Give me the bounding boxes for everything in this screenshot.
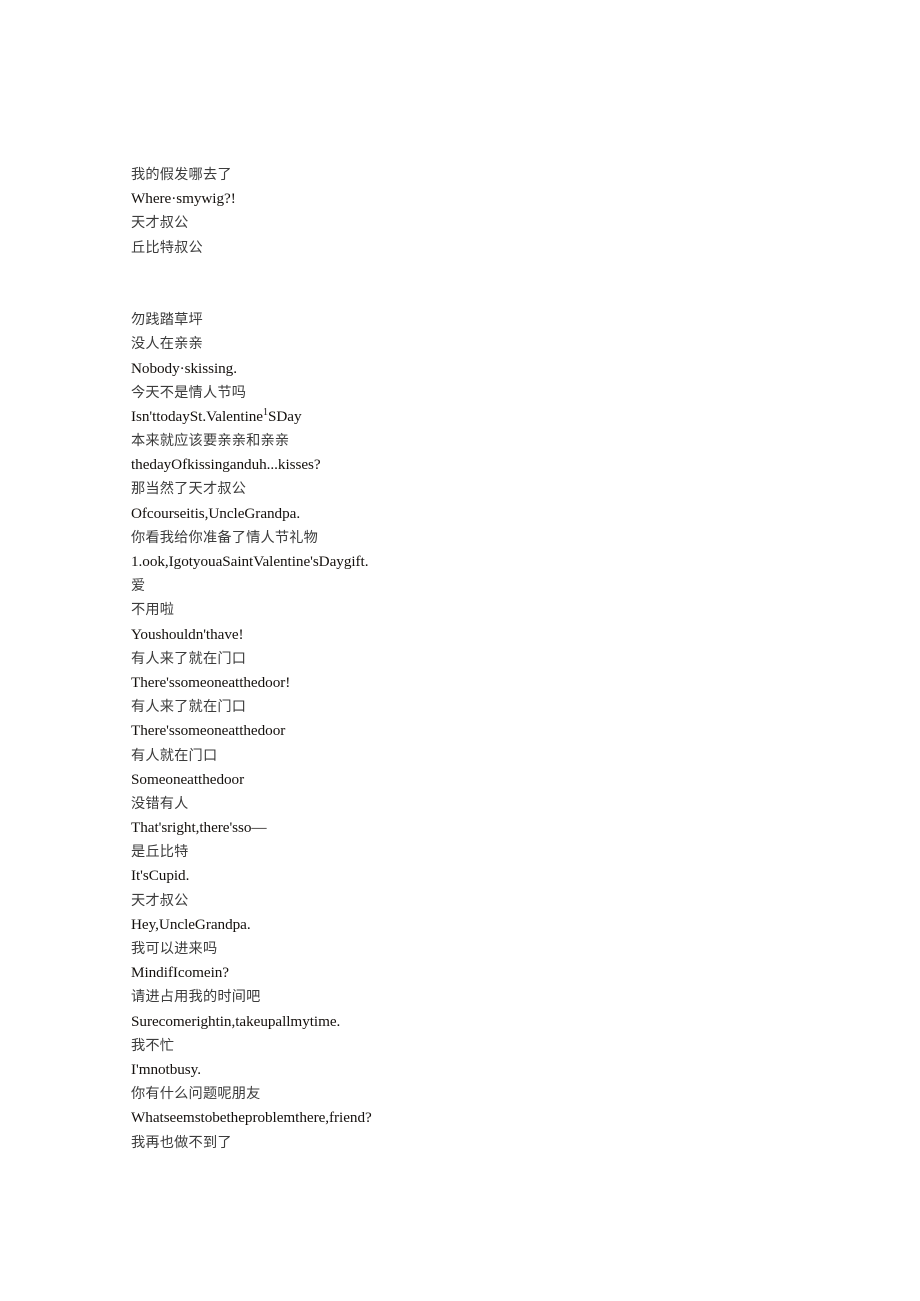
subtitle-line-chinese: 没人在亲亲 xyxy=(131,336,203,353)
subtitle-text-run: Isn'ttodaySt.Valentine xyxy=(131,407,263,425)
transcript-page: 我的假发哪去了 Where·smywig?! 天才叔公 丘比特叔公 勿践踏草坪 没人在亲亲… xyxy=(131,163,831,1155)
subtitle-line-chinese: 是丘比特 xyxy=(131,844,189,861)
transcript-blank-line xyxy=(131,260,831,284)
subtitle-line-chinese: 我的假发哪去了 xyxy=(131,167,232,183)
subtitle-line-chinese: 我不忙 xyxy=(131,1037,175,1054)
subtitle-line-chinese: 有人就在门口 xyxy=(131,747,218,764)
subtitle-line-chinese: 你看我给你准备了情人节礼物 xyxy=(131,529,319,546)
subtitle-line-chinese: 没错有人 xyxy=(131,795,189,812)
transcript-block: 我的假发哪去了 Where·smywig?! 天才叔公丘比特叔公 xyxy=(131,163,831,260)
subtitle-line-english: thedayOfkissinganduh...kisses? xyxy=(131,456,321,474)
subtitle-line-chinese: 不用啦 xyxy=(131,602,175,619)
subtitle-line-english: Youshouldn'thave! xyxy=(131,625,244,643)
subtitle-line-english: There'ssomeoneatthedoor xyxy=(131,722,286,740)
subtitle-line-chinese: 勿践踏草坪 xyxy=(131,312,203,329)
subtitle-line-chinese: 那当然了天才叔公 xyxy=(131,481,247,498)
subtitle-line-english: Isn'ttodaySt.Valentine1SDay xyxy=(131,405,831,429)
subtitle-line-english: Someoneatthedoor xyxy=(131,770,245,788)
transcript-block: 勿践踏草坪没人在亲亲 Nobody·skissing. 今天不是情人节吗 Isn'tt… xyxy=(131,308,831,1155)
transcript-blank-line xyxy=(131,284,831,308)
subtitle-line-chinese: 天才叔公 xyxy=(131,892,189,909)
subtitle-line-english: Where·smywig?! xyxy=(131,190,236,208)
subtitle-line-chinese: 丘比特叔公 xyxy=(131,239,203,256)
subtitle-line-english: It'sCupid. xyxy=(131,867,190,885)
subtitle-line-chinese: 我可以进来吗 xyxy=(131,941,218,957)
subtitle-line-english: MindifIcomein? xyxy=(131,964,229,982)
subtitle-line-english: 1.ook,IgotyouaSaintValentine'sDaygift. xyxy=(131,553,369,570)
subtitle-line-english: Ofcourseitis,UncleGrandpa. xyxy=(131,504,301,522)
subtitle-line-chinese: 请进占用我的时间吧 xyxy=(131,989,261,1006)
subtitle-line-english: There'ssomeoneatthedoor! xyxy=(131,673,291,691)
subtitle-line-english: I'mnotbusy. xyxy=(131,1060,201,1078)
subtitle-line-chinese: 本来就应该要亲亲和亲亲 xyxy=(131,433,290,450)
subtitle-line-chinese: 有人来了就在门口 xyxy=(131,650,247,667)
subtitle-line-chinese: 我再也做不到了 xyxy=(131,1134,232,1151)
subtitle-line-chinese: 爱 xyxy=(131,578,146,595)
subtitle-text-run-tail: SDay xyxy=(267,407,302,425)
subtitle-line-english: Whatseemstobetheproblemthere,friend? xyxy=(131,1109,372,1127)
subtitle-line-english: Hey,UncleGrandpa. xyxy=(131,915,251,933)
subtitle-line-english: Surecomerightin,takeupallmytime. xyxy=(131,1012,341,1030)
subtitle-line-chinese: 天才叔公 xyxy=(131,215,189,232)
subtitle-line-english: Nobody·skissing. xyxy=(131,359,237,377)
subtitle-line-chinese: 你有什么问题呢朋友 xyxy=(131,1086,261,1103)
subtitle-line-chinese: 今天不是情人节吗 xyxy=(131,384,247,401)
subtitle-line-chinese: 有人来了就在门口 xyxy=(131,699,247,716)
subtitle-line-english: That'sright,there'sso— xyxy=(131,819,267,837)
